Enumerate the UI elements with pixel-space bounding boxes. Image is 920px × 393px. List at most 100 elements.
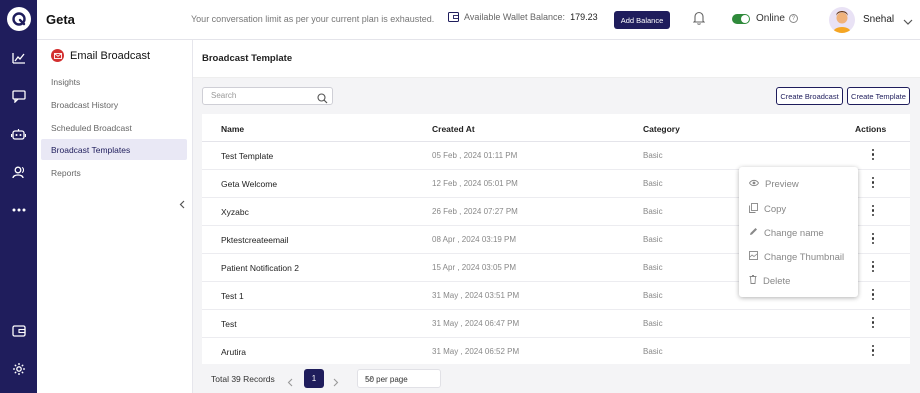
prev-page-icon[interactable]	[287, 374, 293, 392]
subnav-item-reports[interactable]: Reports	[41, 162, 187, 183]
wallet-balance: Available Wallet Balance: 179.23	[448, 12, 598, 22]
table-row[interactable]: Test Template 05 Feb , 2024 01:11 PM Bas…	[202, 142, 910, 170]
wallet-balance-label: Available Wallet Balance:	[464, 12, 566, 22]
row-actions-icon[interactable]	[869, 261, 877, 273]
table-footer: Total 39 Records 1 50 per page	[193, 364, 920, 393]
plan-limit-notice: Your conversation limit as per your curr…	[191, 14, 435, 24]
online-status-label: Online	[756, 13, 785, 24]
row-actions-icon[interactable]	[869, 205, 877, 217]
app-logo-icon[interactable]	[0, 6, 37, 32]
subnav-item-broadcast-history[interactable]: Broadcast History	[41, 94, 187, 115]
search-input[interactable]	[211, 91, 311, 100]
create-template-button[interactable]: Create Template	[847, 87, 910, 105]
category: Basic	[643, 151, 663, 160]
help-icon[interactable]: ?	[788, 14, 798, 23]
category: Basic	[643, 347, 663, 356]
page-number-button[interactable]: 1	[304, 369, 324, 388]
wallet-balance-value: 179.23	[570, 12, 598, 22]
chat-icon[interactable]	[0, 86, 37, 106]
created-at: 15 Apr , 2024 03:05 PM	[432, 263, 517, 272]
subnav-title-label: Email Broadcast	[70, 49, 151, 62]
chevron-down-icon	[365, 375, 433, 384]
template-name: Pktestcreateemail	[221, 235, 289, 245]
left-rail	[0, 0, 37, 393]
category: Basic	[643, 207, 663, 216]
subnav-item-scheduled-broadcast[interactable]: Scheduled Broadcast	[41, 117, 187, 138]
template-name: Test	[221, 319, 237, 329]
trash-icon	[749, 275, 757, 287]
image-icon	[749, 251, 758, 263]
column-header-actions: Actions	[855, 124, 887, 134]
menu-item-change-thumbnail[interactable]: Change Thumbnail	[749, 251, 844, 263]
menu-item-change-name[interactable]: Change name	[749, 227, 824, 239]
template-name: Test Template	[221, 151, 274, 161]
table-row[interactable]: Arutira 31 May , 2024 06:52 PM Basic	[202, 338, 910, 366]
template-name: Test 1	[221, 291, 244, 301]
menu-item-delete[interactable]: Delete	[749, 275, 790, 287]
contacts-icon[interactable]	[0, 162, 37, 182]
brand-name: Geta	[46, 12, 75, 27]
created-at: 26 Feb , 2024 07:27 PM	[432, 207, 518, 216]
broadcast-subnav: Email Broadcast Insights Broadcast Histo…	[37, 40, 193, 393]
add-balance-button[interactable]: Add Balance	[614, 11, 670, 29]
row-actions-icon[interactable]	[869, 345, 877, 357]
row-actions-menu: Preview Copy Change name Change Thumbnai…	[739, 167, 858, 297]
column-header-category: Category	[643, 124, 680, 134]
user-name[interactable]: Snehal	[863, 14, 894, 25]
user-avatar[interactable]	[829, 7, 855, 33]
menu-item-label: Delete	[763, 275, 791, 287]
category: Basic	[643, 235, 663, 244]
more-icon[interactable]	[0, 200, 37, 220]
subnav-item-insights[interactable]: Insights	[41, 71, 187, 92]
created-at: 31 May , 2024 03:51 PM	[432, 291, 520, 300]
online-status-toggle[interactable]	[732, 14, 750, 24]
next-page-icon[interactable]	[333, 374, 339, 392]
page-header: Broadcast Template	[193, 40, 920, 78]
settings-icon[interactable]	[0, 359, 37, 379]
created-at: 12 Feb , 2024 05:01 PM	[432, 179, 518, 188]
chevron-down-icon[interactable]	[903, 13, 913, 31]
template-name: Patient Notification 2	[221, 263, 299, 273]
subnav-item-broadcast-templates[interactable]: Broadcast Templates	[41, 139, 187, 160]
email-icon	[51, 49, 64, 62]
row-actions-icon[interactable]	[869, 317, 877, 329]
subnav-title: Email Broadcast	[51, 49, 150, 62]
table-row[interactable]: Test 31 May , 2024 06:47 PM Basic	[202, 310, 910, 338]
template-name: Arutira	[221, 347, 247, 357]
search-icon[interactable]	[317, 91, 328, 109]
analytics-icon[interactable]	[0, 48, 37, 68]
row-actions-icon[interactable]	[869, 177, 877, 189]
copy-icon	[749, 203, 758, 216]
template-name: Geta Welcome	[221, 179, 278, 189]
bot-icon[interactable]	[0, 124, 37, 144]
create-broadcast-button[interactable]: Create Broadcast	[776, 87, 843, 105]
category: Basic	[643, 263, 663, 272]
notification-bell-icon[interactable]	[692, 11, 706, 30]
per-page-select[interactable]: 50 per page	[357, 369, 441, 388]
category: Basic	[643, 319, 663, 328]
menu-item-preview[interactable]: Preview	[748, 179, 799, 190]
search-box	[202, 87, 333, 105]
created-at: 05 Feb , 2024 01:11 PM	[432, 151, 518, 160]
category: Basic	[643, 179, 663, 188]
row-actions-icon[interactable]	[869, 233, 877, 245]
menu-item-label: Change name	[764, 227, 824, 239]
menu-item-copy[interactable]: Copy	[749, 203, 786, 216]
created-at: 31 May , 2024 06:52 PM	[432, 347, 520, 356]
top-header: Geta Your conversation limit as per your…	[37, 0, 920, 40]
template-name: Xyzabc	[221, 207, 249, 217]
row-actions-icon[interactable]	[869, 149, 877, 161]
online-status: Online ?	[756, 13, 798, 24]
pencil-icon	[749, 227, 758, 239]
menu-item-label: Copy	[764, 204, 787, 215]
collapse-sidebar-icon[interactable]	[179, 196, 185, 214]
table-header: Name Created At Category Actions	[202, 114, 910, 142]
wallet-balance-icon	[448, 12, 459, 22]
menu-item-label: Preview	[765, 179, 799, 190]
menu-item-label: Change Thumbnail	[764, 251, 845, 263]
row-actions-icon[interactable]	[869, 289, 877, 301]
total-records: Total 39 Records	[211, 374, 275, 384]
created-at: 08 Apr , 2024 03:19 PM	[432, 235, 517, 244]
wallet-icon[interactable]	[0, 321, 37, 341]
page-title: Broadcast Template	[202, 53, 293, 64]
